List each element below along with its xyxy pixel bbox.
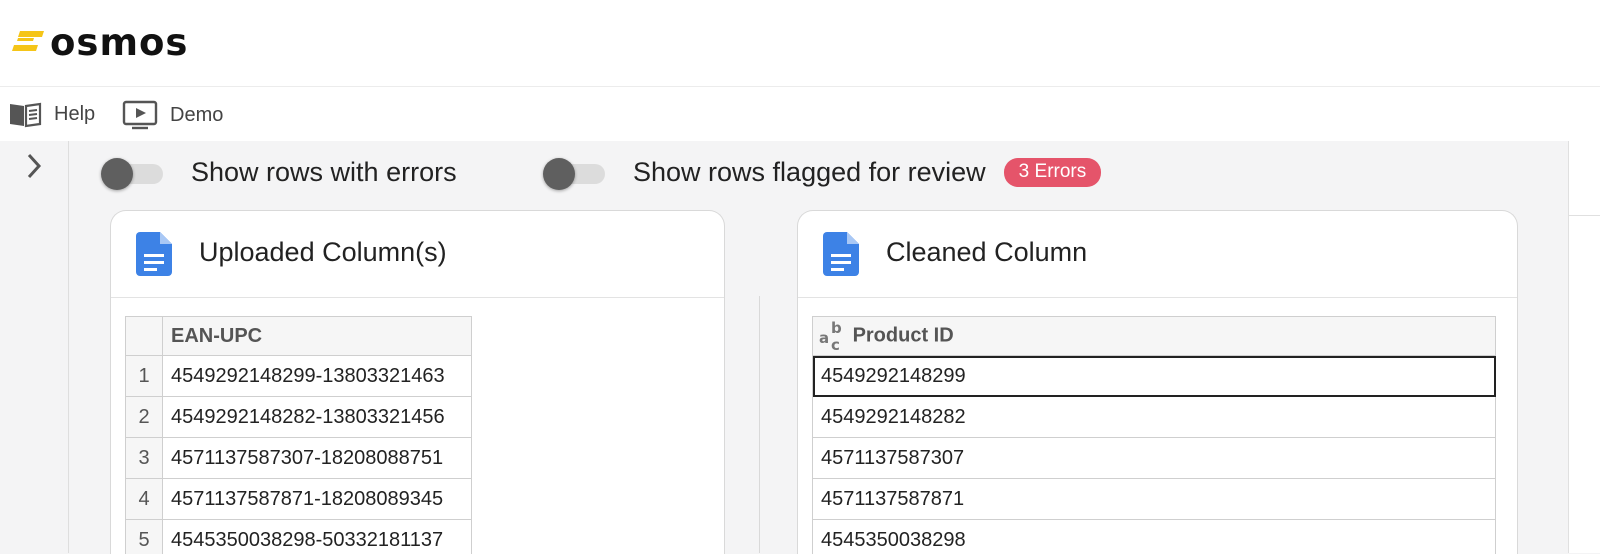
toggle-thumb	[101, 158, 133, 190]
uploaded-table: EAN-UPC 14549292148299-13803321463 24549…	[125, 316, 472, 554]
svg-text:b: b	[831, 321, 842, 337]
main-content: Show rows with errors Show rows flagged …	[69, 141, 1569, 553]
document-icon	[823, 232, 859, 276]
logo-wordmark: osmos	[50, 21, 188, 64]
row-index: 3	[126, 438, 163, 479]
table-header-row: a b c Product ID	[813, 317, 1496, 356]
row-index: 2	[126, 397, 163, 438]
document-icon	[136, 232, 172, 276]
cell-value[interactable]: 4571137587307	[813, 438, 1496, 479]
cell-value[interactable]: 4571137587871-18208089345	[163, 479, 472, 520]
cleaned-column-panel: Cleaned Column a b c Product ID 45492921…	[797, 210, 1518, 554]
row-index: 4	[126, 479, 163, 520]
table-row[interactable]: 4571137587871	[813, 479, 1496, 520]
demo-link[interactable]: Demo	[122, 100, 223, 130]
panel-header: Cleaned Column	[798, 211, 1517, 298]
help-link[interactable]: Help	[8, 100, 95, 128]
chevron-right-icon[interactable]	[22, 151, 46, 181]
video-play-icon	[122, 100, 158, 130]
flagged-toggle-label: Show rows flagged for review	[633, 157, 986, 188]
toggle-thumb	[543, 158, 575, 190]
column-header-label: Product ID	[853, 324, 954, 346]
cell-value[interactable]: 4549292148299	[813, 356, 1496, 397]
cleaned-table: a b c Product ID 4549292148299 454929214…	[812, 316, 1496, 554]
table-row[interactable]: 4549292148282	[813, 397, 1496, 438]
text-type-icon: a b c	[819, 321, 847, 351]
row-index: 5	[126, 520, 163, 554]
column-header[interactable]: EAN-UPC	[163, 317, 472, 356]
cell-value[interactable]: 4545350038298-50332181137	[163, 520, 472, 554]
panel-title: Uploaded Column(s)	[199, 237, 447, 268]
panel-title: Cleaned Column	[886, 237, 1087, 268]
panel-header: Uploaded Column(s)	[111, 211, 724, 298]
table-row[interactable]: 4571137587307	[813, 438, 1496, 479]
cell-value[interactable]: 4571137587871	[813, 479, 1496, 520]
svg-text:c: c	[831, 336, 840, 351]
flagged-filter: Show rows flagged for review 3 Errors	[543, 156, 1101, 188]
right-side-panel	[1568, 141, 1600, 553]
cell-value[interactable]: 4549292148299-13803321463	[163, 356, 472, 397]
demo-label: Demo	[170, 104, 223, 127]
column-header[interactable]: a b c Product ID	[813, 317, 1496, 356]
table-header-row: EAN-UPC	[126, 317, 472, 356]
svg-text:a: a	[819, 329, 829, 347]
error-count-badge[interactable]: 3 Errors	[1004, 158, 1102, 187]
app-header: osmos	[0, 0, 1600, 87]
book-icon	[8, 100, 42, 128]
cell-value[interactable]: 4545350038298	[813, 520, 1496, 554]
cell-value[interactable]: 4549292148282-13803321456	[163, 397, 472, 438]
uploaded-columns-panel: Uploaded Column(s) EAN-UPC 1454929214829…	[110, 210, 725, 554]
side-panel-tab[interactable]	[1569, 141, 1600, 216]
cell-value[interactable]: 4571137587307-18208088751	[163, 438, 472, 479]
table-row[interactable]: 44571137587871-18208089345	[126, 479, 472, 520]
osmos-logo[interactable]: osmos	[12, 22, 188, 62]
help-label: Help	[54, 103, 95, 126]
errors-filter: Show rows with errors	[101, 156, 457, 188]
table-row[interactable]: 34571137587307-18208088751	[126, 438, 472, 479]
left-rail	[0, 141, 69, 553]
errors-toggle-label: Show rows with errors	[191, 157, 457, 188]
cell-value[interactable]: 4549292148282	[813, 397, 1496, 438]
help-bar: Help Demo	[0, 87, 1600, 141]
errors-toggle[interactable]	[101, 156, 163, 188]
index-header	[126, 317, 163, 356]
row-index: 1	[126, 356, 163, 397]
table-row[interactable]: 14549292148299-13803321463	[126, 356, 472, 397]
table-row[interactable]: 4545350038298	[813, 520, 1496, 554]
flagged-toggle[interactable]	[543, 156, 605, 188]
table-row-selected[interactable]: 4549292148299	[813, 356, 1496, 397]
panel-divider	[759, 296, 760, 553]
table-row[interactable]: 54545350038298-50332181137	[126, 520, 472, 554]
logo-mark-icon	[12, 27, 46, 57]
table-row[interactable]: 24549292148282-13803321456	[126, 397, 472, 438]
